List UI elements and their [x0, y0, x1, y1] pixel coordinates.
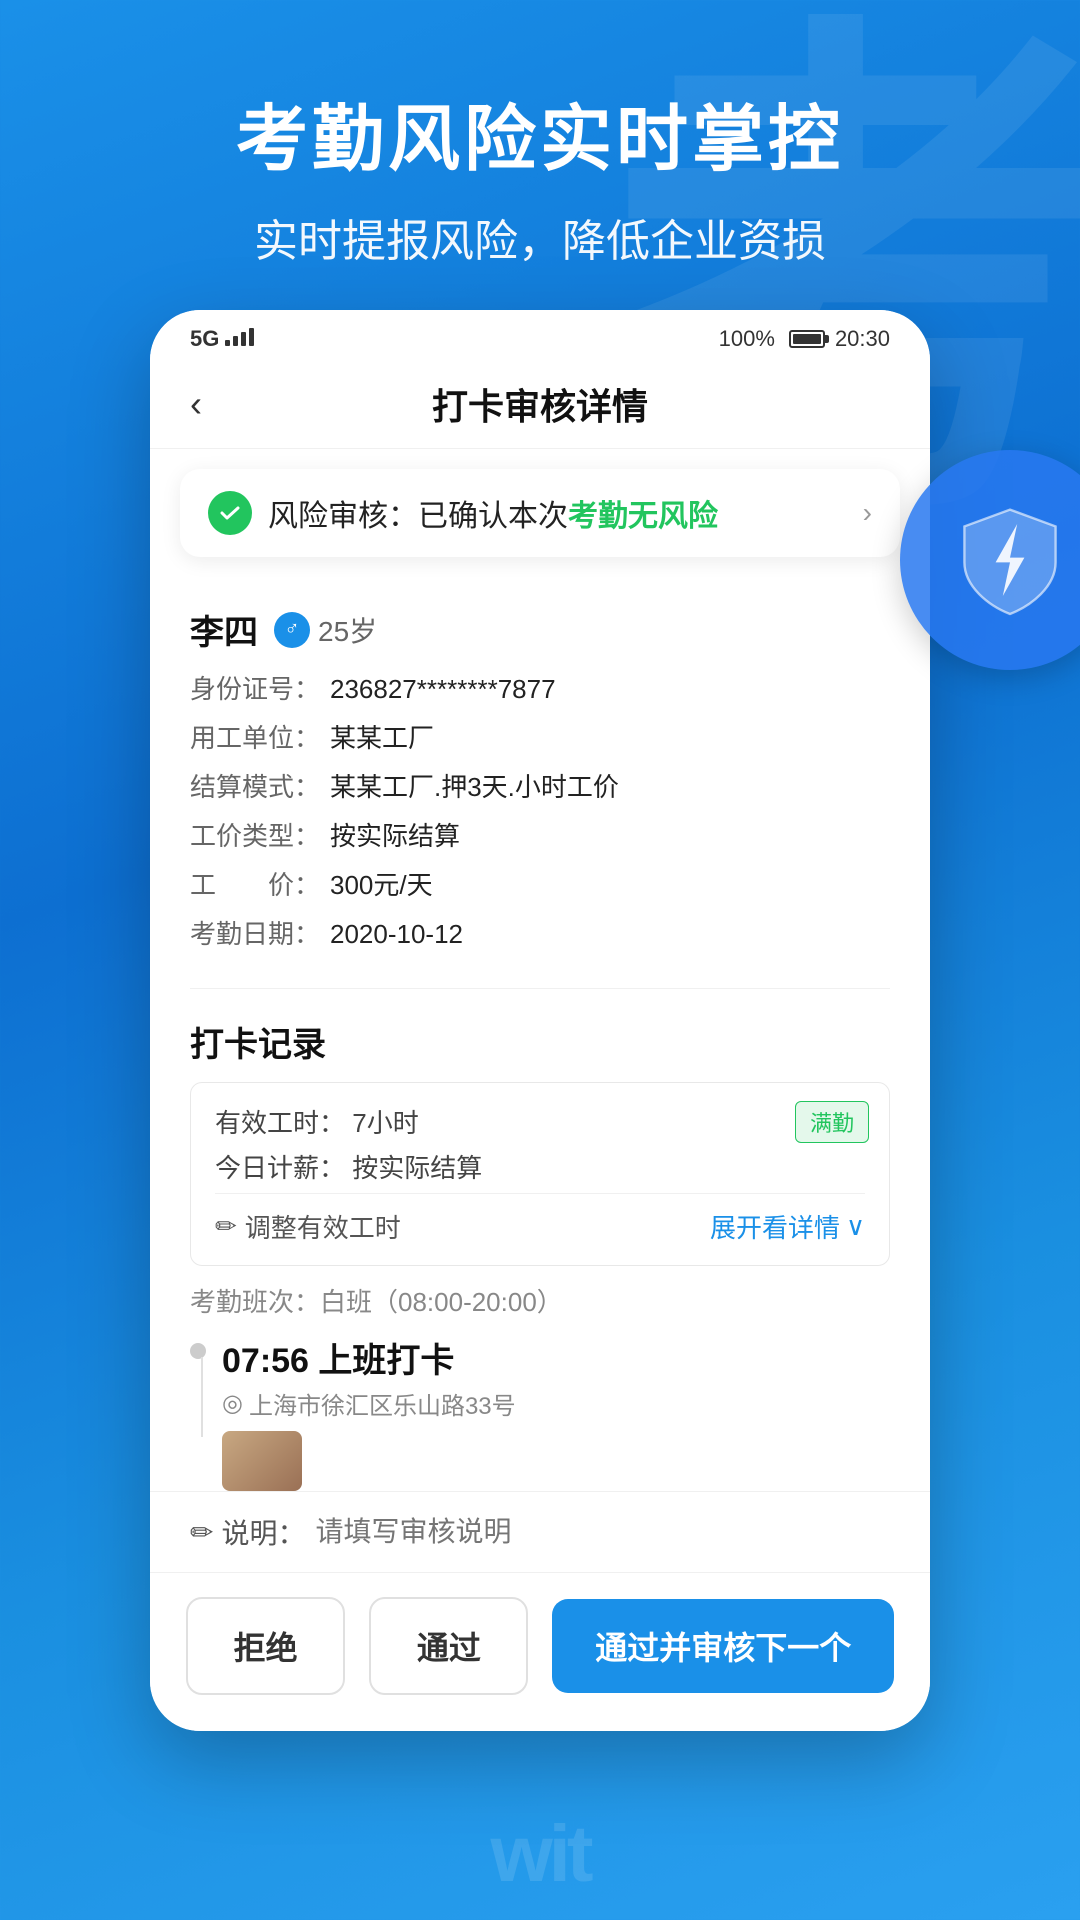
daily-salary-label: 今日计薪：	[215, 1153, 345, 1183]
clock-action-row: ✏ 调整有效工时 展开看详情 ∨	[215, 1193, 865, 1245]
time-display: 20:30	[835, 326, 890, 352]
battery-time: 100% 20:30	[719, 326, 890, 352]
info-value-wage: 300元/天	[330, 866, 433, 905]
info-value-wage-type: 按实际结算	[330, 817, 460, 856]
daily-salary-value: 按实际结算	[352, 1153, 482, 1183]
age-text: 25岁	[318, 610, 377, 650]
user-info-section: 李四 ♂ 25岁 身份证号： 236827********7877 用工单位： …	[190, 577, 890, 984]
effective-hours-value: 7小时	[352, 1108, 418, 1138]
description-section: ✏ 说明：	[150, 1491, 930, 1572]
info-label-company: 用工单位：	[190, 719, 330, 758]
gender-age-badge: ♂ 25岁	[274, 610, 377, 650]
edit-icon: ✏	[215, 1211, 237, 1242]
signal-status: 5G	[190, 326, 260, 352]
expand-label: 展开看详情	[710, 1208, 840, 1245]
risk-banner[interactable]: 风险审核：已确认本次考勤无风险 ›	[180, 469, 900, 557]
page-title: 打卡审核详情	[432, 378, 648, 430]
shift-label: 考勤班次：白班（08:00-20:00）	[190, 1282, 890, 1319]
location-text: 上海市徐汇区乐山路33号	[249, 1386, 516, 1421]
check-icon	[208, 491, 252, 535]
info-row-wage-type: 工价类型： 按实际结算	[190, 817, 890, 856]
info-row-settlement: 结算模式： 某某工厂.押3天.小时工价	[190, 768, 890, 807]
status-bar: 5G 100% 20:30	[150, 310, 930, 360]
info-label-settlement: 结算模式：	[190, 768, 330, 807]
info-row-date: 考勤日期： 2020-10-12	[190, 915, 890, 954]
clock-in-photo	[222, 1431, 302, 1491]
battery-percent: 100%	[719, 326, 775, 352]
hero-section: 考勤风险实时掌控 实时提报风险，降低企业资损	[0, 80, 1080, 269]
desc-label-text: 说明：	[221, 1512, 305, 1552]
risk-text: 风险审核：已确认本次考勤无风险	[268, 491, 863, 535]
expand-detail-button[interactable]: 展开看详情 ∨	[710, 1208, 865, 1245]
user-header: 李四 ♂ 25岁	[190, 605, 890, 654]
info-label-wage: 工 价：	[190, 866, 330, 905]
info-row-wage: 工 价： 300元/天	[190, 866, 890, 905]
effective-hours-label: 有效工时：	[215, 1108, 345, 1138]
pass-button[interactable]: 通过	[369, 1597, 528, 1695]
bottom-watermark: wit	[0, 1800, 1080, 1920]
info-row-id: 身份证号： 236827********7877	[190, 670, 890, 709]
info-value-settlement: 某某工厂.押3天.小时工价	[330, 768, 619, 807]
clock-info-box: 有效工时： 7小时 满勤 今日计薪： 按实际结算 ✏ 调整有效工时 展开看详情 …	[190, 1082, 890, 1266]
pass-and-next-button[interactable]: 通过并审核下一个	[552, 1599, 894, 1693]
bottom-action-bar: 拒绝 通过 通过并审核下一个	[150, 1572, 930, 1731]
timeline: 07:56 上班打卡 ◎ 上海市徐汇区乐山路33号	[190, 1333, 890, 1491]
info-value-company: 某某工厂	[330, 719, 434, 758]
battery-fill	[793, 334, 821, 344]
adjust-hours-button[interactable]: ✏ 调整有效工时	[215, 1208, 401, 1245]
clock-in-time: 07:56	[222, 1342, 309, 1380]
timeline-indicator	[190, 1333, 206, 1491]
hero-subtitle: 实时提报风险，降低企业资损	[0, 205, 1080, 269]
reject-button[interactable]: 拒绝	[186, 1597, 345, 1695]
clock-in-action: 上班打卡	[318, 1342, 454, 1380]
clock-in-time-action: 07:56 上班打卡	[222, 1333, 516, 1382]
info-row-company: 用工单位： 某某工厂	[190, 719, 890, 758]
timeline-dot	[190, 1343, 206, 1359]
section-divider	[190, 988, 890, 989]
gender-icon: ♂	[274, 612, 310, 648]
timeline-item-clock-in: 07:56 上班打卡 ◎ 上海市徐汇区乐山路33号	[222, 1333, 516, 1491]
info-label-wage-type: 工价类型：	[190, 817, 330, 856]
back-button[interactable]: ‹	[190, 383, 202, 425]
content-area: 李四 ♂ 25岁 身份证号： 236827********7877 用工单位： …	[150, 577, 930, 1491]
info-label-date: 考勤日期：	[190, 915, 330, 954]
signal-bars-icon	[225, 326, 254, 346]
timeline-line	[201, 1357, 203, 1437]
info-value-id: 236827********7877	[330, 670, 556, 709]
risk-text-highlight: 考勤无风险	[568, 500, 718, 533]
battery-icon	[789, 330, 825, 348]
adjust-label: 调整有效工时	[245, 1208, 401, 1245]
description-input[interactable]	[315, 1516, 890, 1548]
desc-edit-icon: ✏	[190, 1516, 213, 1549]
info-value-date: 2020-10-12	[330, 915, 463, 954]
shield-lightning-icon	[950, 500, 1070, 620]
expand-chevron-icon: ∨	[846, 1211, 865, 1242]
clock-in-location: ◎ 上海市徐汇区乐山路33号	[222, 1386, 516, 1421]
5g-label: 5G	[190, 326, 219, 351]
location-icon: ◎	[222, 1389, 243, 1418]
effective-hours-row: 有效工时： 7小时	[215, 1103, 865, 1140]
full-attendance-badge: 满勤	[795, 1101, 869, 1143]
nav-bar: ‹ 打卡审核详情	[150, 360, 930, 449]
risk-arrow-icon: ›	[863, 497, 872, 529]
clock-records-section: 打卡记录 有效工时： 7小时 满勤 今日计薪： 按实际结算 ✏ 调整有效工时	[190, 993, 890, 1491]
hero-title: 考勤风险实时掌控	[0, 80, 1080, 185]
info-label-id: 身份证号：	[190, 670, 330, 709]
watermark-text: wit	[490, 1808, 589, 1900]
user-name: 李四	[190, 605, 258, 654]
description-label: ✏ 说明：	[190, 1512, 305, 1552]
phone-mockup: 5G 100% 20:30 ‹ 打卡审核详情 风险审核：	[150, 310, 930, 1731]
daily-salary-row: 今日计薪： 按实际结算	[215, 1148, 865, 1185]
clock-section-title: 打卡记录	[190, 1017, 890, 1066]
risk-text-prefix: 风险审核：已确认本次	[268, 500, 568, 533]
